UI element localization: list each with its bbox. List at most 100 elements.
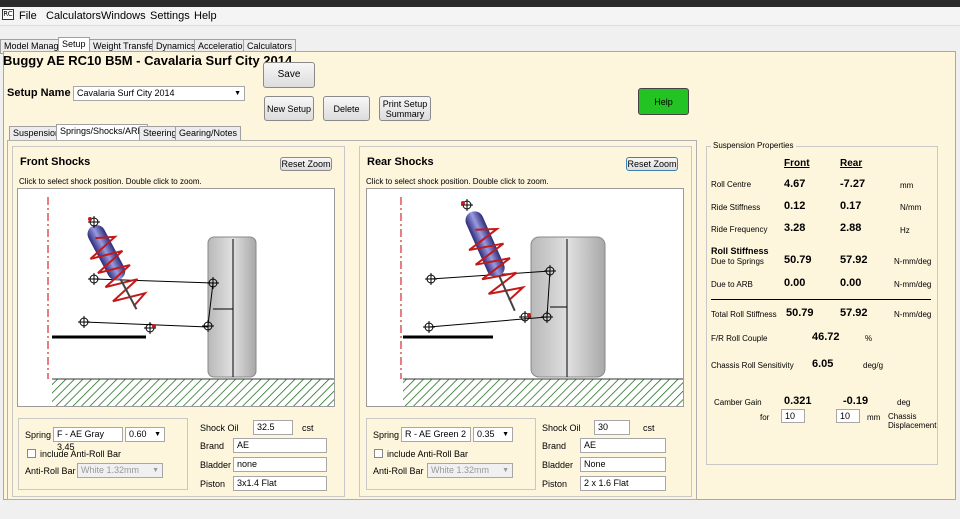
fr-couple-value: 46.72: [812, 331, 840, 343]
ride-stiffness-label: Ride Stiffness: [711, 203, 761, 212]
rear-bladder-label: Bladder: [542, 460, 574, 470]
ride-stiffness-rear: 0.17: [840, 200, 862, 212]
setup-name-value: Cavalaria Surf City 2014: [77, 88, 175, 98]
camber-rear-displacement-input[interactable]: 10: [836, 409, 860, 423]
front-bladder-label: Bladder: [200, 460, 232, 470]
roll-centre-label: Roll Centre: [711, 180, 752, 189]
rear-arb-select[interactable]: White 1.32mm ▼: [427, 463, 513, 478]
due-arb-rear: 0.00: [840, 277, 862, 289]
chevron-down-icon: ▼: [234, 90, 241, 97]
front-brand-input[interactable]: AE: [233, 438, 327, 453]
camber-gain-label: Camber Gain: [714, 398, 762, 407]
roll-stiffness-header: Roll Stiffness: [711, 246, 769, 256]
roll-centre-front: 4.67: [784, 178, 806, 190]
delete-button[interactable]: Delete: [323, 96, 370, 121]
front-header: Front: [784, 158, 810, 169]
rear-shock-oil-label: Shock Oil: [542, 423, 581, 433]
rear-arb-label: Anti-Roll Bar: [373, 466, 424, 476]
rear-arb-checkbox-label: include Anti-Roll Bar: [387, 449, 469, 459]
front-reset-zoom-button[interactable]: Reset Zoom: [280, 157, 332, 171]
mm-label: mm: [867, 413, 881, 422]
chevron-down-icon: ▼: [502, 467, 509, 474]
due-arb-front: 0.00: [784, 277, 806, 289]
menu-calculators[interactable]: Calculators: [46, 10, 101, 22]
due-springs-rear: 57.92: [840, 254, 868, 266]
due-springs-label: Due to Springs: [711, 257, 764, 266]
setup-name-label: Setup Name: [7, 87, 71, 99]
print-setup-summary-button[interactable]: Print Setup Summary: [379, 96, 431, 121]
rear-brand-label: Brand: [542, 441, 567, 451]
rear-bladder-input[interactable]: None: [580, 457, 666, 472]
front-arb-label: Anti-Roll Bar: [25, 466, 76, 476]
app-icon[interactable]: RC: [2, 9, 14, 20]
tab-springs-shocks-arb[interactable]: Springs/Shocks/ARB: [56, 124, 148, 141]
front-rate-select[interactable]: 0.60 ▼: [125, 427, 165, 442]
front-arb-select[interactable]: White 1.32mm ▼: [77, 463, 163, 478]
rear-oil-unit: cst: [643, 423, 655, 433]
rear-brand-input[interactable]: AE: [580, 438, 666, 453]
print-label-1: Print Setup: [382, 98, 428, 109]
menu-windows[interactable]: Windows: [101, 10, 146, 22]
chassis-sensitivity-label: Chassis Roll Sensitivity: [711, 361, 794, 370]
front-bladder-input[interactable]: none: [233, 457, 327, 472]
for-label: for: [760, 413, 770, 422]
front-spring-select[interactable]: F - AE Gray 3.45: [53, 427, 123, 452]
rear-spring-value: R - AE Green 2: [405, 429, 467, 439]
rear-hint: Click to select shock position. Double c…: [366, 177, 549, 186]
total-roll-front: 50.79: [786, 307, 814, 319]
rear-shock-drawing[interactable]: [366, 188, 684, 407]
due-arb-unit: N-mm/deg: [894, 280, 932, 289]
window-titlebar: [0, 0, 960, 7]
menu-settings[interactable]: Settings: [150, 10, 190, 22]
ride-frequency-label: Ride Frequency: [711, 225, 768, 234]
camber-front-displacement-input[interactable]: 10: [781, 409, 805, 423]
rear-piston-input[interactable]: 2 x 1.6 Flat: [580, 476, 666, 491]
menu-file[interactable]: File: [19, 10, 37, 22]
menu-bar: RC File Calculators Windows Settings Hel…: [0, 7, 960, 26]
front-arb-checkbox[interactable]: [27, 449, 36, 458]
menu-help[interactable]: Help: [194, 10, 217, 22]
rear-shock-oil-input[interactable]: 30: [594, 420, 630, 435]
chassis-sensitivity-unit: deg/g: [863, 361, 884, 370]
roll-centre-rear: -7.27: [840, 178, 866, 190]
rear-spring-label: Spring: [373, 430, 400, 440]
camber-gain-unit: deg: [897, 398, 911, 407]
print-label-2: Summary: [385, 108, 425, 119]
total-roll-label: Total Roll Stiffness: [711, 310, 777, 319]
camber-gain-rear: -0.19: [843, 395, 869, 407]
rear-reset-zoom-button[interactable]: Reset Zoom: [626, 157, 678, 171]
front-shock-oil-label: Shock Oil: [200, 423, 239, 433]
fr-couple-label: F/R Roll Couple: [711, 334, 768, 343]
rear-rate-value: 0.35: [477, 429, 495, 439]
save-button[interactable]: Save: [263, 62, 315, 88]
camber-gain-front: 0.321: [784, 395, 812, 407]
chassis-sensitivity-value: 6.05: [812, 358, 834, 370]
new-setup-button[interactable]: New Setup: [264, 96, 314, 121]
rear-arb-value: White 1.32mm: [431, 465, 490, 475]
front-arb-value: White 1.32mm: [81, 465, 140, 475]
chassis-displacement-label-1: Chassis: [888, 412, 917, 421]
front-shocks-title: Front Shocks: [20, 156, 91, 168]
total-roll-unit: N-mm/deg: [894, 310, 932, 319]
chevron-down-icon: ▼: [502, 431, 509, 438]
ride-frequency-front: 3.28: [784, 222, 806, 234]
ride-frequency-rear: 2.88: [840, 222, 862, 234]
front-rate-value: 0.60: [129, 429, 147, 439]
front-brand-label: Brand: [200, 441, 225, 451]
setup-name-select[interactable]: Cavalaria Surf City 2014 ▼: [73, 86, 245, 101]
ride-stiffness-front: 0.12: [784, 200, 806, 212]
suspension-properties-title: Suspension Properties: [711, 141, 796, 150]
front-shock-oil-input[interactable]: 32.5: [253, 420, 293, 435]
help-button[interactable]: Help: [638, 88, 689, 115]
ride-stiffness-unit: N/mm: [900, 203, 922, 212]
rear-spring-select[interactable]: R - AE Green 2: [401, 427, 471, 442]
front-piston-input[interactable]: 3x1.4 Flat: [233, 476, 327, 491]
tab-gearing-notes[interactable]: Gearing/Notes: [175, 126, 242, 141]
front-shock-drawing[interactable]: [17, 188, 335, 407]
roll-centre-unit: mm: [900, 181, 914, 190]
divider: [711, 299, 931, 300]
ride-frequency-unit: Hz: [900, 226, 910, 235]
rear-header: Rear: [840, 158, 863, 169]
rear-rate-select[interactable]: 0.35 ▼: [473, 427, 513, 442]
rear-arb-checkbox[interactable]: [374, 449, 383, 458]
